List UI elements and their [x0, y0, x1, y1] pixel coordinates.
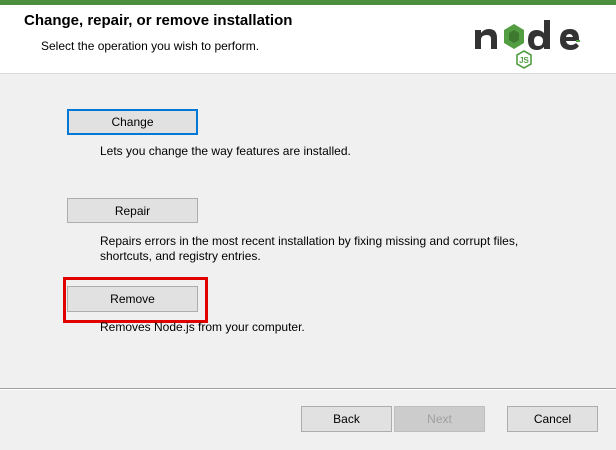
page-subtitle: Select the operation you wish to perform… [41, 39, 260, 53]
footer-divider [0, 388, 616, 390]
node-js-logo: JS [475, 20, 580, 69]
page-title: Change, repair, or remove installation [24, 12, 293, 29]
remove-highlight-box [63, 277, 208, 323]
header-panel: Change, repair, or remove installation S… [0, 5, 616, 74]
repair-description-line1: Repairs errors in the most recent instal… [100, 234, 519, 248]
repair-button[interactable]: Repair [67, 198, 198, 223]
repair-description-line2: shortcuts, and registry entries. [100, 249, 261, 263]
back-button[interactable]: Back [301, 406, 392, 432]
change-description: Lets you change the way features are ins… [100, 144, 351, 158]
svg-text:JS: JS [519, 56, 529, 65]
cancel-button[interactable]: Cancel [507, 406, 598, 432]
next-button[interactable]: Next [394, 406, 485, 432]
remove-description: Removes Node.js from your computer. [100, 320, 305, 334]
change-button[interactable]: Change [67, 109, 198, 135]
